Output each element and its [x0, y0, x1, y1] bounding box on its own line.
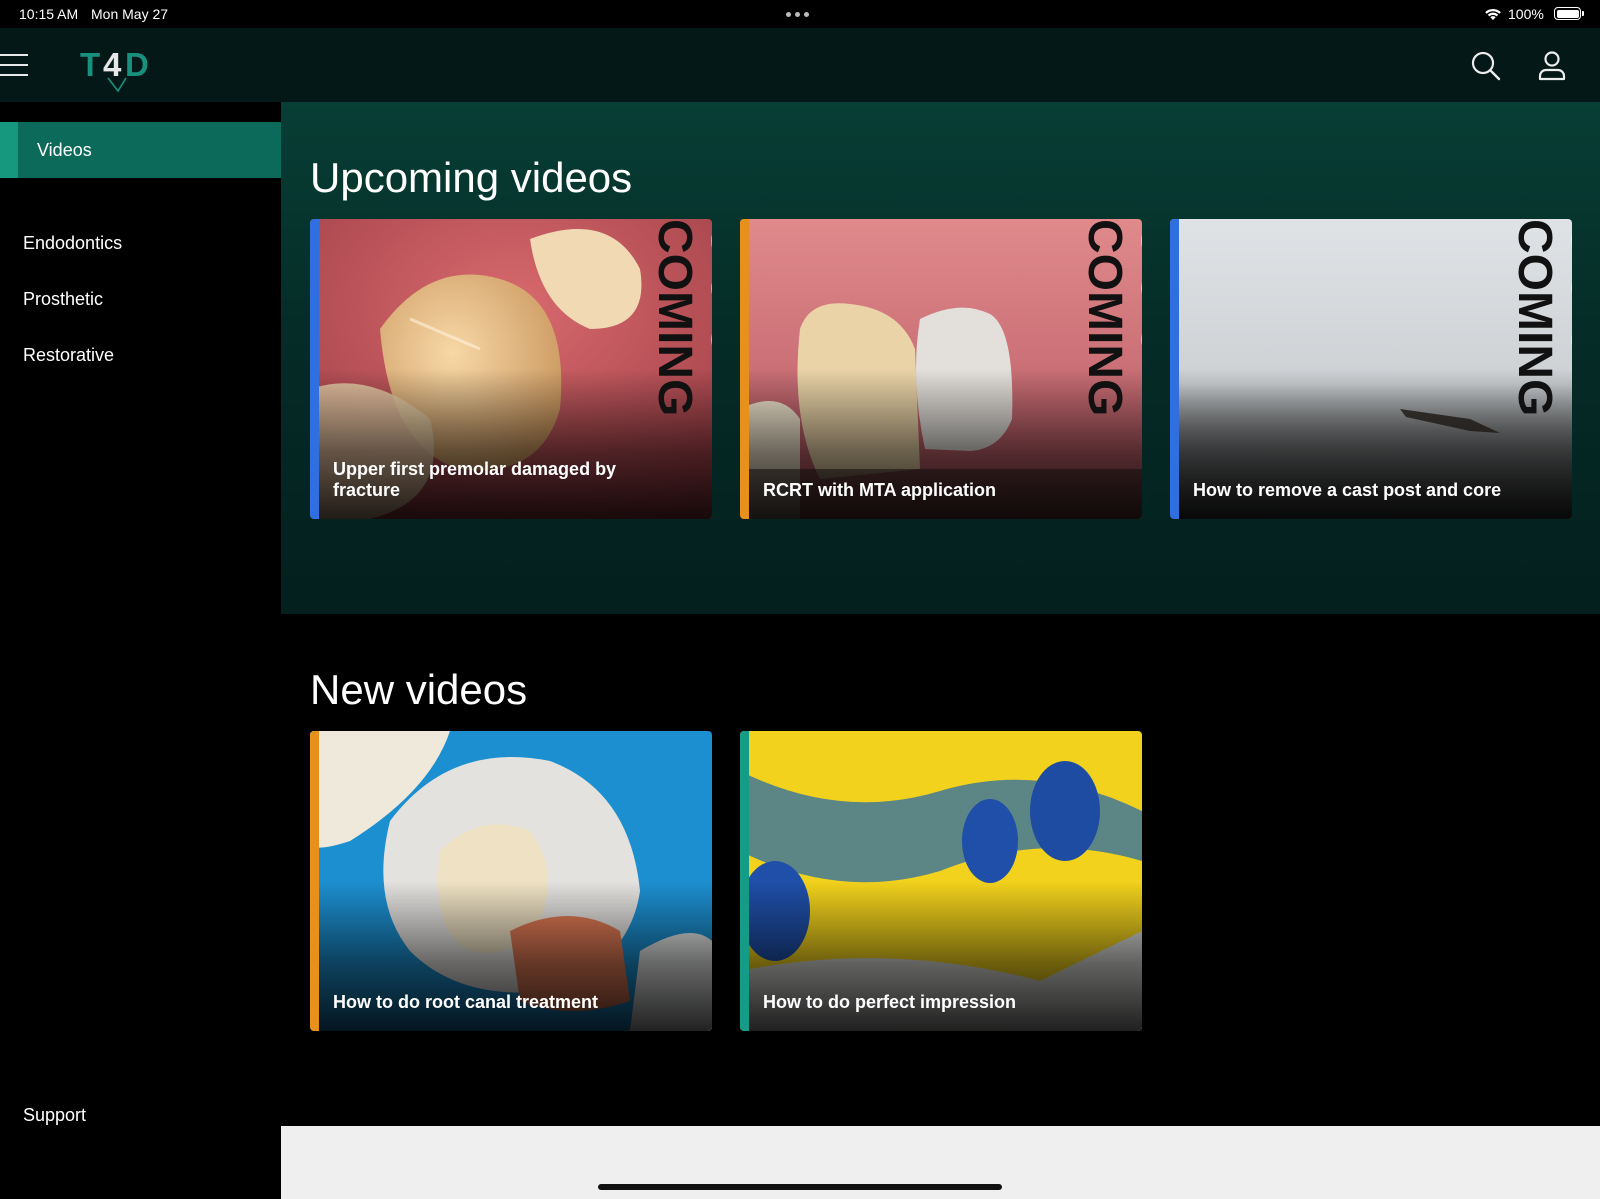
- sidebar-item-label: Videos: [37, 140, 92, 160]
- sidebar: Videos Endodontics Prosthetic Restorativ…: [0, 102, 281, 1199]
- svg-text:T: T: [80, 46, 100, 83]
- video-card[interactable]: COMING SOON RCRT with MTA application: [740, 219, 1142, 519]
- video-card[interactable]: COMING SOON How to remove a cast post an…: [1170, 219, 1572, 519]
- svg-text:4: 4: [103, 46, 122, 83]
- status-date: Mon May 27: [91, 6, 169, 22]
- upcoming-videos-section: Upcoming videos COMING SOON Upper first …: [281, 102, 1600, 614]
- sidebar-item-endodontics[interactable]: Endodontics: [23, 233, 122, 254]
- battery-percentage: 100%: [1508, 6, 1544, 22]
- card-accent: [740, 731, 749, 1031]
- search-icon[interactable]: [1470, 50, 1502, 82]
- sidebar-item-videos[interactable]: Videos: [0, 122, 281, 178]
- home-indicator[interactable]: [598, 1184, 1002, 1190]
- video-title: How to remove a cast post and core: [1193, 480, 1502, 500]
- new-videos-section: New videos How to do root canal treatmen…: [281, 614, 1600, 1126]
- svg-text:COMING: COMING: [648, 219, 701, 416]
- section-title-new: New videos: [310, 666, 528, 713]
- svg-text:SOON: SOON: [698, 219, 712, 413]
- multitasking-dots-icon[interactable]: [786, 12, 809, 17]
- active-indicator: [0, 122, 18, 178]
- svg-text:SOON: SOON: [1558, 219, 1572, 413]
- section-title-upcoming: Upcoming videos: [310, 154, 633, 201]
- hamburger-menu-icon[interactable]: [0, 54, 28, 76]
- svg-text:COMING: COMING: [1078, 219, 1131, 416]
- t4d-logo[interactable]: T 4 D: [80, 42, 160, 92]
- coming-soon-badge: COMING SOON: [1078, 219, 1142, 416]
- video-card[interactable]: How to do perfect impression: [740, 731, 1142, 1031]
- battery-icon: [1554, 7, 1584, 20]
- app-header: T 4 D: [0, 28, 1600, 102]
- card-accent: [1170, 219, 1179, 519]
- card-accent: [310, 731, 319, 1031]
- svg-text:COMING: COMING: [1508, 219, 1561, 416]
- sidebar-item-support[interactable]: Support: [23, 1105, 86, 1126]
- video-title: Upper first premolar damaged by fracture: [333, 459, 617, 500]
- wifi-icon: [1485, 8, 1501, 20]
- svg-text:SOON: SOON: [1128, 219, 1142, 413]
- video-title: How to do root canal treatment: [333, 992, 599, 1012]
- coming-soon-badge: COMING SOON: [648, 219, 712, 416]
- video-title: How to do perfect impression: [763, 992, 1017, 1012]
- sidebar-item-restorative[interactable]: Restorative: [23, 345, 114, 366]
- coming-soon-badge: COMING SOON: [1508, 219, 1572, 416]
- card-accent: [740, 219, 749, 519]
- sidebar-item-prosthetic[interactable]: Prosthetic: [23, 289, 103, 310]
- card-accent: [310, 219, 319, 519]
- video-card[interactable]: COMING SOON Upper first premolar damaged…: [310, 219, 712, 519]
- video-card[interactable]: How to do root canal treatment: [310, 731, 712, 1031]
- user-account-icon[interactable]: [1536, 50, 1568, 82]
- status-bar: 10:15 AM Mon May 27 100%: [0, 0, 1600, 28]
- status-time: 10:15 AM: [19, 6, 79, 22]
- svg-text:D: D: [125, 46, 149, 83]
- video-title: RCRT with MTA application: [763, 480, 996, 500]
